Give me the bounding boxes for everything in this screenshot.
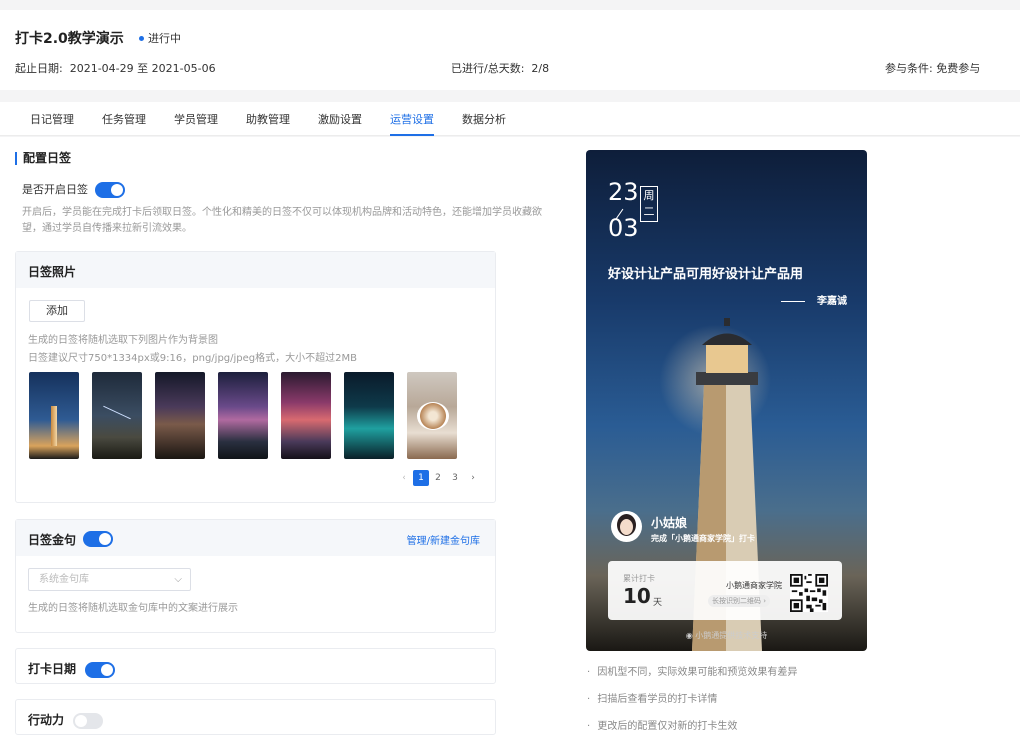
poster-day: 23 bbox=[608, 178, 639, 206]
tab-operations[interactable]: 运营设置 bbox=[390, 111, 434, 136]
thumbnail-teal-aurora[interactable] bbox=[344, 372, 394, 459]
poster-footer: ◉ 小鹅通提供技术支持 bbox=[586, 630, 867, 641]
tab-assistants[interactable]: 助教管理 bbox=[246, 111, 290, 136]
tab-tasks[interactable]: 任务管理 bbox=[102, 111, 146, 136]
quote-library-placeholder: 系统金句库 bbox=[39, 574, 89, 585]
date-range: 起止日期: 2021-04-29 至 2021-05-06 bbox=[15, 60, 216, 76]
thumbnail-night-sky[interactable] bbox=[92, 372, 142, 459]
progress-label: 已进行/总天数: bbox=[451, 62, 525, 75]
poster-stats-box: 累计打卡 10 天 小鹅通商家学院 长按识别二维码 › bbox=[608, 561, 842, 620]
tab-incentives[interactable]: 激励设置 bbox=[318, 111, 362, 136]
poster-footer-text: 小鹅通提供技术支持 bbox=[695, 631, 768, 640]
golden-quote-header: 日签金句 管理/新建金句库 bbox=[16, 520, 495, 556]
chevron-down-icon: ⌵ bbox=[174, 574, 182, 585]
checkin-date-card: 打卡日期 bbox=[15, 648, 496, 684]
photos-card-title: 日签照片 bbox=[28, 265, 77, 279]
status-badge: 进行中 bbox=[139, 30, 181, 46]
poster-user-name: 小姑娘 bbox=[651, 516, 688, 530]
preview-note: 扫描后查看学员的打卡详情 bbox=[587, 690, 717, 705]
activity-header: 打卡2.0教学演示 进行中 起止日期: 2021-04-29 至 2021-05… bbox=[0, 10, 1020, 90]
tab-diary[interactable]: 日记管理 bbox=[30, 111, 74, 136]
pagination-page-1[interactable]: 1 bbox=[413, 470, 429, 486]
progress-days: 已进行/总天数: 2/8 bbox=[451, 60, 549, 76]
checkin-date-toggle[interactable] bbox=[85, 662, 115, 678]
action-power-card: 行动力 bbox=[15, 699, 496, 735]
scan-qr-text: 长按识别二维码 bbox=[712, 597, 761, 605]
thumbnail-latte-art[interactable] bbox=[407, 372, 457, 459]
progress-value: 2/8 bbox=[531, 62, 550, 75]
section-title: 配置日签 bbox=[15, 152, 71, 165]
thumbnail-pink-galaxy[interactable] bbox=[281, 372, 331, 459]
avatar bbox=[611, 511, 642, 542]
qr-code-icon bbox=[790, 574, 828, 612]
poster-quote: 好设计让产品可用好设计让产品用 bbox=[608, 267, 804, 282]
checkin-date-title: 打卡日期 bbox=[28, 662, 77, 676]
condition-label: 参与条件: bbox=[885, 62, 933, 75]
brand-logo-icon: ◉ bbox=[685, 631, 693, 640]
thumbnail-purple-galaxy[interactable] bbox=[218, 372, 268, 459]
total-checkin-label: 累计打卡 bbox=[623, 574, 655, 583]
activity-title: 打卡2.0教学演示 bbox=[15, 31, 124, 47]
tab-students[interactable]: 学员管理 bbox=[174, 111, 218, 136]
thumbnail-lighthouse[interactable] bbox=[29, 372, 79, 459]
manage-quote-library-link[interactable]: 管理/新建金句库 bbox=[407, 532, 480, 547]
enable-daily-sign-toggle[interactable] bbox=[95, 182, 125, 198]
lighthouse-shape bbox=[51, 406, 57, 446]
poster-author: 李嘉诚 bbox=[781, 292, 847, 307]
meteor-streak bbox=[103, 405, 131, 420]
condition-value: 免费参与 bbox=[936, 62, 981, 75]
participation-condition: 参与条件: 免费参与 bbox=[885, 60, 980, 76]
quote-library-select[interactable]: 系统金句库 ⌵ bbox=[28, 568, 191, 591]
action-power-title: 行动力 bbox=[28, 713, 65, 727]
status-text: 进行中 bbox=[148, 32, 181, 45]
coffee-cup-shape bbox=[417, 402, 449, 430]
preview-note: 因机型不同，实际效果可能和预览效果有差异 bbox=[587, 663, 797, 678]
total-checkin-value: 10 bbox=[623, 584, 651, 608]
preview-note: 更改后的配置仅对新的打卡生效 bbox=[587, 717, 737, 732]
total-checkin-unit: 天 bbox=[653, 598, 663, 608]
pagination-next-icon[interactable]: › bbox=[467, 470, 479, 486]
photos-card: 日签照片 添加 生成的日签将随机选取下列图片作为背景图 日签建议尺寸750*13… bbox=[15, 251, 496, 503]
status-dot-icon bbox=[139, 35, 144, 41]
daily-sign-description: 开启后，学员能在完成打卡后领取日签。个性化和精美的日签不仅可以体现机构品牌和活动… bbox=[22, 207, 542, 234]
golden-quote-title: 日签金句 bbox=[28, 533, 77, 547]
golden-quote-hint: 生成的日签将随机选取金句库中的文案进行展示 bbox=[28, 603, 238, 614]
tab-analytics[interactable]: 数据分析 bbox=[462, 111, 506, 136]
photos-hint-size: 日签建议尺寸750*1334px或9:16，png/jpg/jpeg格式，大小不… bbox=[28, 353, 357, 364]
enable-daily-sign-label: 是否开启日签 bbox=[22, 183, 88, 196]
poster-brand: 小鹅通商家学院 bbox=[726, 581, 782, 590]
date-range-value: 2021-04-29 至 2021-05-06 bbox=[69, 62, 216, 75]
golden-quote-toggle[interactable] bbox=[83, 531, 113, 547]
photos-card-header: 日签照片 bbox=[16, 252, 495, 288]
action-power-toggle[interactable] bbox=[73, 713, 103, 729]
scan-qr-hint: 长按识别二维码 › bbox=[708, 595, 771, 607]
poster-completed-text: 完成「小鹅通商家学院」打卡 bbox=[651, 534, 755, 543]
add-photo-button[interactable]: 添加 bbox=[29, 300, 85, 322]
golden-quote-card: 日签金句 管理/新建金句库 系统金句库 ⌵ 生成的日签将随机选取金句库中的文案进… bbox=[15, 519, 496, 633]
pagination-prev-icon[interactable]: ‹ bbox=[398, 470, 410, 486]
poster-weekday: 周二 bbox=[640, 186, 658, 222]
pagination-page-3[interactable]: 3 bbox=[448, 470, 462, 486]
photos-hint-random: 生成的日签将随机选取下列图片作为背景图 bbox=[28, 335, 218, 346]
poster-month: 03 bbox=[608, 214, 639, 242]
date-range-label: 起止日期: bbox=[15, 62, 63, 75]
daily-sign-preview: 23 03 周二 好设计让产品可用好设计让产品用 李嘉诚 小姑娘 完成「小鹅通商… bbox=[586, 150, 867, 651]
tab-bar: 日记管理 任务管理 学员管理 助教管理 激励设置 运营设置 数据分析 bbox=[0, 102, 1020, 136]
thumbnail-milky-way-lake[interactable] bbox=[155, 372, 205, 459]
pagination-page-2[interactable]: 2 bbox=[431, 470, 445, 486]
